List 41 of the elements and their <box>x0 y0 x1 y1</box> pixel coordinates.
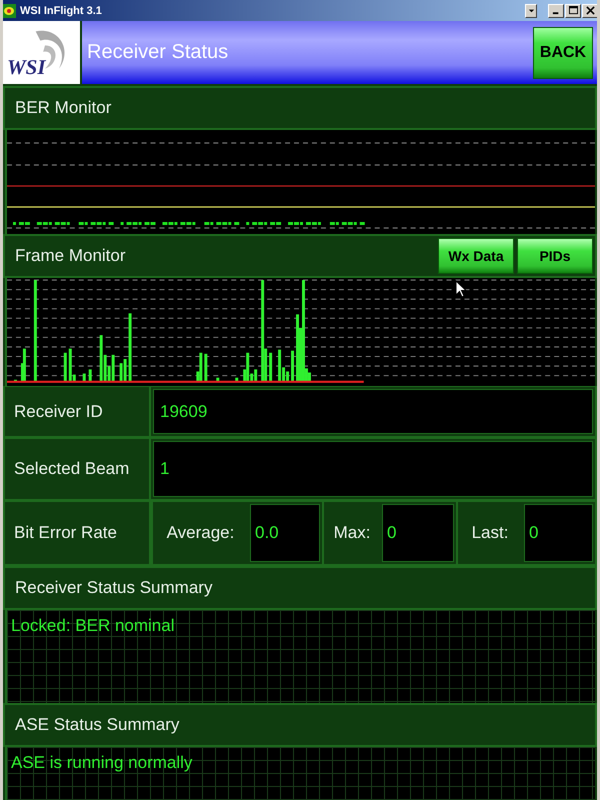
app-icon <box>3 4 16 18</box>
stat-label: Max: <box>322 502 380 564</box>
status-text: Locked: BER nominal <box>11 616 174 635</box>
page-title: Receiver Status <box>87 41 230 64</box>
value-display: 0 <box>524 504 593 562</box>
status-text: ASE is running normally <box>11 753 192 772</box>
bar <box>88 369 92 382</box>
bar <box>269 352 272 382</box>
caret-icon <box>528 7 534 14</box>
value-display: 19609 <box>153 389 593 434</box>
window-title: WSI InFlight 3.1 <box>20 4 102 16</box>
bar <box>82 374 86 382</box>
minimize-button[interactable] <box>548 4 564 18</box>
bar <box>14 380 17 382</box>
bar <box>128 313 132 382</box>
close-icon <box>586 6 594 15</box>
stat-label: Last: <box>456 502 522 564</box>
menu-dropdown-button[interactable] <box>525 4 537 18</box>
bar <box>291 350 294 382</box>
section-title: BER Monitor <box>15 98 112 118</box>
monitor-button[interactable]: Wx Data <box>438 238 514 274</box>
field-label: Bit Error Rate <box>5 502 151 564</box>
bar <box>235 378 238 382</box>
maximize-button[interactable] <box>565 4 581 18</box>
bar <box>216 378 220 382</box>
close-button[interactable] <box>582 4 597 18</box>
back-button[interactable]: BACK <box>533 26 593 78</box>
bar <box>64 352 67 382</box>
logo-text: WSI <box>7 55 46 81</box>
maximize-icon <box>568 6 578 15</box>
bar <box>204 354 208 382</box>
field-label: Receiver ID <box>5 387 151 436</box>
stat-label: Average: <box>151 502 248 564</box>
value-display: 1 <box>153 441 593 497</box>
section-title: ASE Status Summary <box>15 715 180 735</box>
value-display: 0.0 <box>250 504 320 562</box>
section-title: Frame Monitor <box>15 246 126 266</box>
field-label: Selected Beam <box>5 439 151 499</box>
monitor-button[interactable]: PIDs <box>517 238 593 274</box>
value-display: 0 <box>382 504 454 562</box>
section-title: Receiver Status Summary <box>15 578 212 598</box>
